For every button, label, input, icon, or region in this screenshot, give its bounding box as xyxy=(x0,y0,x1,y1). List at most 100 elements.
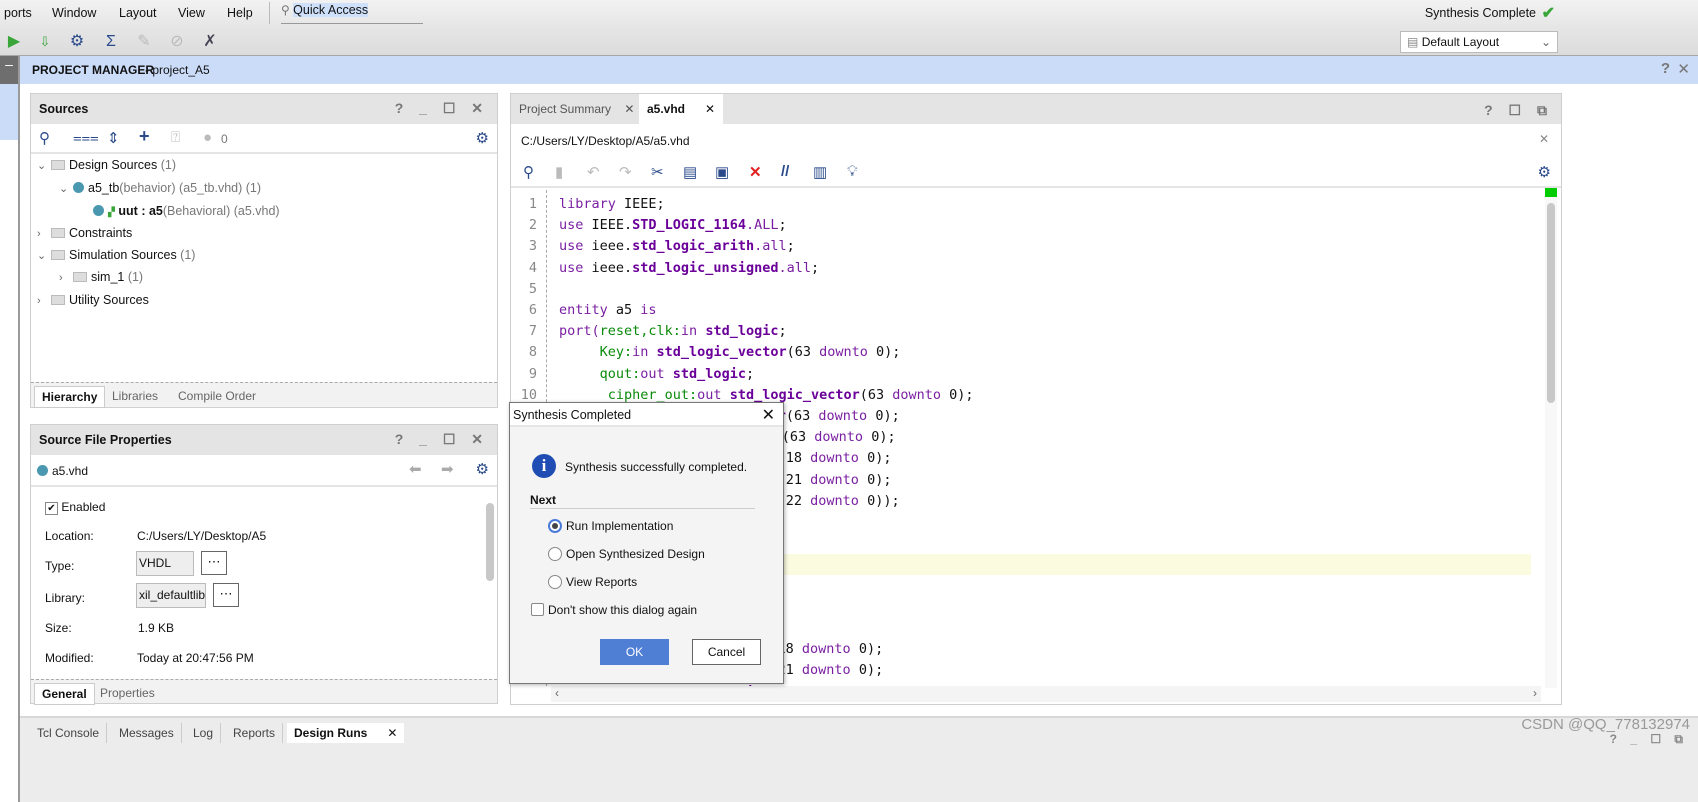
panel-controls[interactable]: ? ☐ ⧉ xyxy=(1484,102,1553,119)
delete-icon[interactable]: ✕ xyxy=(749,163,762,181)
sigma-icon[interactable]: Σ xyxy=(100,31,122,53)
collapse-all-icon[interactable]: ⩶ xyxy=(73,129,99,146)
horizontal-scrollbar[interactable]: ‹ › xyxy=(551,686,1541,702)
status-text: Synthesis Complete xyxy=(1424,6,1536,20)
gear-icon[interactable]: ⚙ xyxy=(476,460,489,478)
left-sidebar: – xyxy=(0,56,20,802)
vertical-scrollbar[interactable] xyxy=(1545,188,1557,688)
enabled-checkbox[interactable]: ✔ Enabled xyxy=(45,500,105,515)
paste-icon[interactable]: ▣ xyxy=(715,163,729,181)
radio-run-implementation[interactable]: Run Implementation xyxy=(548,519,673,533)
dialog-title: Synthesis Completed xyxy=(513,408,632,422)
line-number: 8 xyxy=(528,344,537,361)
line-number: 6 xyxy=(528,302,537,318)
dont-show-checkbox[interactable]: Don't show this dialog again xyxy=(531,603,697,617)
tree-item-design-sources[interactable]: ⌄ Design Sources (1) xyxy=(37,158,176,172)
tab-reports[interactable]: Reports xyxy=(226,723,284,743)
run-icon[interactable]: ▶ xyxy=(3,31,25,53)
radio-view-reports[interactable]: View Reports xyxy=(548,575,637,589)
tab-hierarchy[interactable]: Hierarchy xyxy=(34,386,106,408)
tree-item-utility-sources[interactable]: › Utility Sources xyxy=(37,293,149,307)
library-field[interactable]: xil_defaultlib xyxy=(136,583,206,608)
sources-tabs: Hierarchy Libraries Compile Order xyxy=(31,382,497,408)
tree-item-simulation-sources[interactable]: ⌄ Simulation Sources (1) xyxy=(37,248,195,262)
menu-reports[interactable]: ports xyxy=(4,6,32,20)
panel-controls[interactable]: ? _ ☐ ✕ xyxy=(395,431,489,448)
tab-messages[interactable]: Messages xyxy=(112,723,182,743)
folder-icon xyxy=(51,295,65,305)
gear-icon[interactable]: ⚙ xyxy=(1538,163,1551,181)
layout-select[interactable]: ▤ Default Layout ⌄ xyxy=(1400,31,1558,53)
search-icon[interactable]: ⚲ xyxy=(523,163,534,181)
close-icon[interactable]: ✕ xyxy=(1539,132,1549,146)
tree-item-uut-a5[interactable]: ▞ uut : a5(Behavioral) (a5.vhd) xyxy=(93,204,280,218)
scrollbar[interactable] xyxy=(483,487,497,679)
quick-access-input[interactable]: ⚲ Quick Access xyxy=(281,3,423,24)
type-field[interactable]: VHDL xyxy=(136,551,194,576)
close-icon[interactable]: ✕ xyxy=(1677,60,1690,78)
tree-item-a5-tb[interactable]: ⌄ a5_tb(behavior) (a5_tb.vhd) (1) xyxy=(59,181,261,195)
cut-icon[interactable]: ✂ xyxy=(651,163,664,181)
generate-bitstream-icon[interactable]: ⇩ xyxy=(34,31,56,53)
undo-icon: ↶ xyxy=(587,164,600,181)
code-line: 5 xyxy=(515,279,1531,300)
close-icon[interactable]: ✕ xyxy=(762,405,775,425)
column-icon[interactable]: ▥ xyxy=(813,163,827,181)
tree-item-constraints[interactable]: › Constraints xyxy=(37,226,132,240)
add-icon[interactable]: + xyxy=(139,126,150,147)
menu-window[interactable]: Window xyxy=(52,6,96,20)
radio-open-synthesized-design[interactable]: Open Synthesized Design xyxy=(548,547,705,561)
comment-icon[interactable]: // xyxy=(781,163,789,180)
menu-help[interactable]: Help xyxy=(227,6,253,20)
size-value: 1.9 KB xyxy=(138,621,175,635)
settings-icon[interactable]: ⚙ xyxy=(66,31,88,53)
chevron-down-icon: ⌄ xyxy=(1540,35,1551,49)
tab-log[interactable]: Log xyxy=(186,723,222,743)
search-icon[interactable]: ⚲ xyxy=(39,129,50,147)
gear-icon[interactable]: ⚙ xyxy=(476,129,489,147)
main-toolbar: ▶ ⇩ ⚙ Σ ✎ ⊘ ✗ ▤ Default Layout ⌄ xyxy=(0,27,1698,56)
line-number: 9 xyxy=(528,365,537,382)
cancel-button[interactable]: Cancel xyxy=(692,639,761,665)
watermark: CSDN @QQ_778132974 xyxy=(1521,716,1690,733)
tab-tcl-console[interactable]: Tcl Console xyxy=(30,723,108,743)
tree-item-sim-1[interactable]: › sim_1 (1) xyxy=(59,270,143,284)
line-number: 7 xyxy=(528,323,537,340)
code-text: use ieee.std_logic_unsigned.all; xyxy=(559,259,820,276)
folder-icon xyxy=(51,160,65,170)
code-text: qout:out std_logic; xyxy=(559,365,755,382)
dialog-message: Synthesis successfully completed. xyxy=(565,460,748,474)
lightbulb-icon[interactable]: 💡︎ xyxy=(847,163,858,180)
code-line: 4 use ieee.std_logic_unsigned.all; xyxy=(515,258,1531,279)
tab-properties[interactable]: Properties xyxy=(93,683,162,703)
debug-icon[interactable]: ✗ xyxy=(199,31,221,53)
expand-all-icon[interactable]: ⇕ xyxy=(107,129,120,147)
tab-compile-order[interactable]: Compile Order xyxy=(171,386,263,406)
type-browse-button[interactable]: ⋯ xyxy=(201,551,227,575)
tab-general[interactable]: General xyxy=(34,683,95,705)
line-number: 3 xyxy=(528,238,537,255)
source-file-properties-panel: Source File Properties? _ ☐ ✕ a5.vhd ⬅ ➡… xyxy=(30,424,498,705)
copy-icon[interactable]: ▤ xyxy=(683,163,697,181)
tab-libraries[interactable]: Libraries xyxy=(105,386,165,406)
forward-arrow-icon[interactable]: ➡ xyxy=(441,460,454,478)
tab-a5-vhd[interactable]: a5.vhd ✕ xyxy=(639,94,724,125)
menu-layout[interactable]: Layout xyxy=(119,6,157,20)
menu-bar: ports Window Layout View Help ⚲ Quick Ac… xyxy=(0,0,1698,27)
code-line: 7 port(reset,clk:in std_logic; xyxy=(515,321,1531,342)
panel-controls[interactable]: ? _ ☐ ✕ xyxy=(395,100,489,117)
back-arrow-icon[interactable]: ⬅ xyxy=(409,460,422,478)
panel-controls[interactable]: ? _ ☐ ⧉ xyxy=(1610,732,1688,747)
sources-panel: Sources ? _ ☐ ✕ ⚲ ⩶ ⇕ + ⍰ ● 0 ⚙ ⌄ Design S… xyxy=(30,93,498,408)
sources-tree: ⌄ Design Sources (1) ⌄ a5_tb(behavior) (a5… xyxy=(31,154,497,382)
bottom-tabs: Tcl Console Messages Log Reports Design … xyxy=(30,723,410,747)
ok-button[interactable]: OK xyxy=(600,639,669,665)
collapse-button[interactable]: – xyxy=(0,56,18,84)
code-text: Key:in std_logic_vector(63 downto 0); xyxy=(559,344,901,361)
tab-design-runs[interactable]: Design Runs ✕ xyxy=(287,723,405,743)
menu-view[interactable]: View xyxy=(178,6,205,20)
help-icon[interactable]: ? xyxy=(1661,60,1670,77)
library-browse-button[interactable]: ⋯ xyxy=(213,583,239,607)
line-number: 5 xyxy=(528,280,537,297)
tab-project-summary[interactable]: Project Summary ✕ xyxy=(511,94,642,124)
